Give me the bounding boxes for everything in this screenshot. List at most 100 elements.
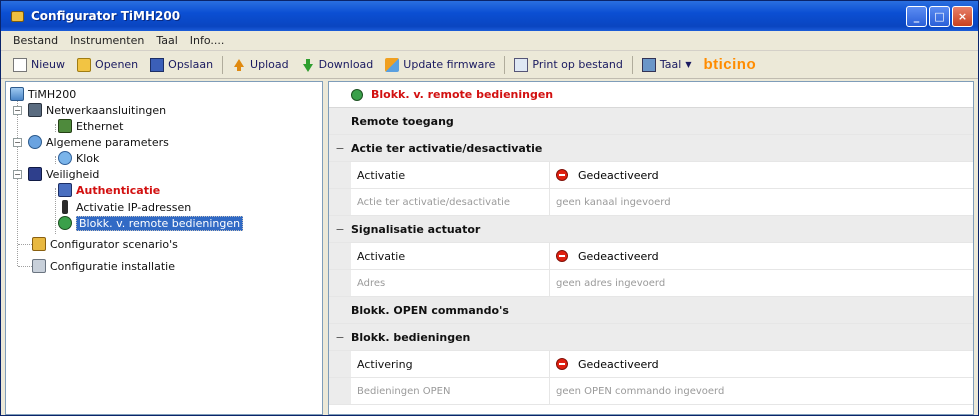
toolbar: Nieuw Openen Opslaan Upload Download Upd…	[1, 51, 978, 79]
tree-node-ip-activation[interactable]: Activatie IP-adressen	[58, 199, 191, 215]
tree-node-security[interactable]: − Veiligheid	[13, 166, 99, 182]
property-value[interactable]: Gedeactiveerd	[549, 351, 973, 377]
property-name: Activering	[329, 351, 549, 377]
parameters-icon	[28, 135, 42, 149]
update-firmware-button[interactable]: Update firmware	[379, 54, 501, 76]
tree-label-ethernet: Ethernet	[76, 119, 124, 133]
print-label: Print op bestand	[532, 58, 623, 71]
deactivated-icon	[556, 358, 568, 370]
tree-node-authentication[interactable]: Authenticatie	[58, 182, 160, 198]
section-actuator-signaling[interactable]: − Signalisatie actuator	[329, 216, 973, 243]
menu-bar: Bestand Instrumenten Taal Info....	[1, 31, 978, 51]
section-remote-access[interactable]: Remote toegang	[329, 108, 973, 135]
new-label: Nieuw	[31, 58, 66, 71]
panel-header: Blokk. v. remote bedieningen	[329, 82, 973, 108]
property-value[interactable]: Gedeactiveerd	[549, 162, 973, 188]
section-block-controls[interactable]: − Blokk. bedieningen	[329, 324, 973, 351]
tree-line	[55, 124, 56, 132]
tree-line	[18, 266, 32, 267]
print-to-file-button[interactable]: Print op bestand	[508, 54, 629, 76]
property-row[interactable]: Actie ter activatie/desactivatie geen ka…	[329, 189, 973, 216]
scenario-icon	[32, 237, 46, 251]
collapse-icon[interactable]: −	[329, 142, 351, 155]
download-button[interactable]: Download	[295, 54, 380, 76]
title-bar[interactable]: Configurator TiMH200 _ □ ×	[1, 1, 978, 31]
authentication-icon	[58, 183, 72, 197]
save-icon	[150, 57, 165, 72]
remote-control-icon	[351, 88, 363, 101]
window-controls: _ □ ×	[906, 5, 973, 27]
ethernet-icon	[58, 119, 72, 133]
property-row[interactable]: Activering Gedeactiveerd	[329, 351, 973, 378]
open-label: Openen	[95, 58, 139, 71]
new-file-icon	[13, 57, 27, 72]
toolbar-separator	[222, 55, 224, 74]
chevron-down-icon: ▼	[685, 60, 692, 69]
upload-button[interactable]: Upload	[226, 54, 295, 76]
tree-node-remote-block[interactable]: Blokk. v. remote bedieningen	[58, 215, 244, 231]
property-name: Activatie	[329, 162, 549, 188]
collapse-icon[interactable]: −	[329, 223, 351, 236]
tree-node-general[interactable]: − Algemene parameters	[13, 134, 169, 150]
tree-line	[55, 156, 56, 164]
clock-icon	[58, 151, 72, 165]
property-row[interactable]: Activatie Gedeactiveerd	[329, 162, 973, 189]
tree-node-network[interactable]: − Netwerkaansluitingen	[13, 102, 166, 118]
collapse-icon[interactable]: −	[329, 331, 351, 344]
property-row[interactable]: Activatie Gedeactiveerd	[329, 243, 973, 270]
app-window: Configurator TiMH200 _ □ × Bestand Instr…	[0, 0, 979, 416]
tree-label-root: TiMH200	[28, 87, 77, 101]
tree-node-clock[interactable]: Klok	[58, 150, 99, 166]
menu-info[interactable]: Info....	[184, 34, 231, 47]
deactivated-icon	[556, 250, 568, 262]
properties-panel: Blokk. v. remote bedieningen Remote toeg…	[328, 81, 974, 415]
property-name: Actie ter activatie/desactivatie	[329, 189, 549, 215]
tree-node-root[interactable]: TiMH200	[10, 86, 76, 102]
tree-label-clock: Klok	[76, 151, 100, 165]
status-text: Gedeactiveerd	[578, 357, 659, 371]
tree-node-ethernet[interactable]: Ethernet	[58, 118, 123, 134]
language-dropdown[interactable]: Taal ▼	[636, 54, 698, 76]
status-text: Gedeactiveerd	[578, 249, 659, 263]
menu-taal[interactable]: Taal	[150, 34, 183, 47]
language-label: Taal	[659, 58, 682, 71]
collapse-icon[interactable]: −	[13, 137, 22, 147]
property-value[interactable]: geen adres ingevoerd	[549, 270, 973, 296]
section-activation-action[interactable]: − Actie ter activatie/desactivatie	[329, 135, 973, 162]
close-button[interactable]: ×	[952, 5, 973, 27]
minimize-button[interactable]: _	[906, 5, 927, 27]
print-icon	[514, 57, 529, 72]
brand-logo: bticino	[703, 56, 757, 73]
property-value[interactable]: Gedeactiveerd	[549, 243, 973, 269]
menu-instrumenten[interactable]: Instrumenten	[64, 34, 150, 47]
tree-line	[18, 244, 32, 245]
firmware-label: Update firmware	[403, 58, 496, 71]
collapse-icon[interactable]: −	[13, 169, 22, 179]
panel-title: Blokk. v. remote bedieningen	[371, 88, 554, 101]
property-row[interactable]: Bedieningen OPEN geen OPEN commando inge…	[329, 378, 973, 405]
property-value[interactable]: geen kanaal ingevoerd	[549, 189, 973, 215]
main-content: TiMH200 − Netwerkaansluitingen Ethernet …	[5, 81, 974, 415]
new-button[interactable]: Nieuw	[7, 54, 71, 76]
save-label: Opslaan	[168, 58, 214, 71]
firmware-icon	[385, 57, 400, 72]
tree-line	[55, 188, 56, 234]
property-value[interactable]: geen OPEN commando ingevoerd	[549, 378, 973, 404]
section-label: Signalisatie actuator	[351, 222, 481, 236]
installation-icon	[32, 259, 46, 273]
tree-node-scenario-config[interactable]: Configurator scenario's	[32, 236, 178, 252]
property-name: Activatie	[329, 243, 549, 269]
save-button[interactable]: Opslaan	[144, 54, 219, 76]
open-button[interactable]: Openen	[71, 54, 144, 76]
ip-address-icon	[62, 200, 68, 214]
collapse-icon[interactable]: −	[13, 105, 22, 115]
section-open-commands[interactable]: Blokk. OPEN commando's	[329, 297, 973, 324]
upload-icon	[232, 58, 246, 72]
maximize-button[interactable]: □	[929, 5, 950, 27]
property-row[interactable]: Adres geen adres ingevoerd	[329, 270, 973, 297]
status-text: Gedeactiveerd	[578, 168, 659, 182]
menu-bestand[interactable]: Bestand	[7, 34, 64, 47]
window-title: Configurator TiMH200	[31, 9, 181, 23]
tree-node-installation-config[interactable]: Configuratie installatie	[32, 258, 175, 274]
language-icon	[641, 57, 656, 72]
